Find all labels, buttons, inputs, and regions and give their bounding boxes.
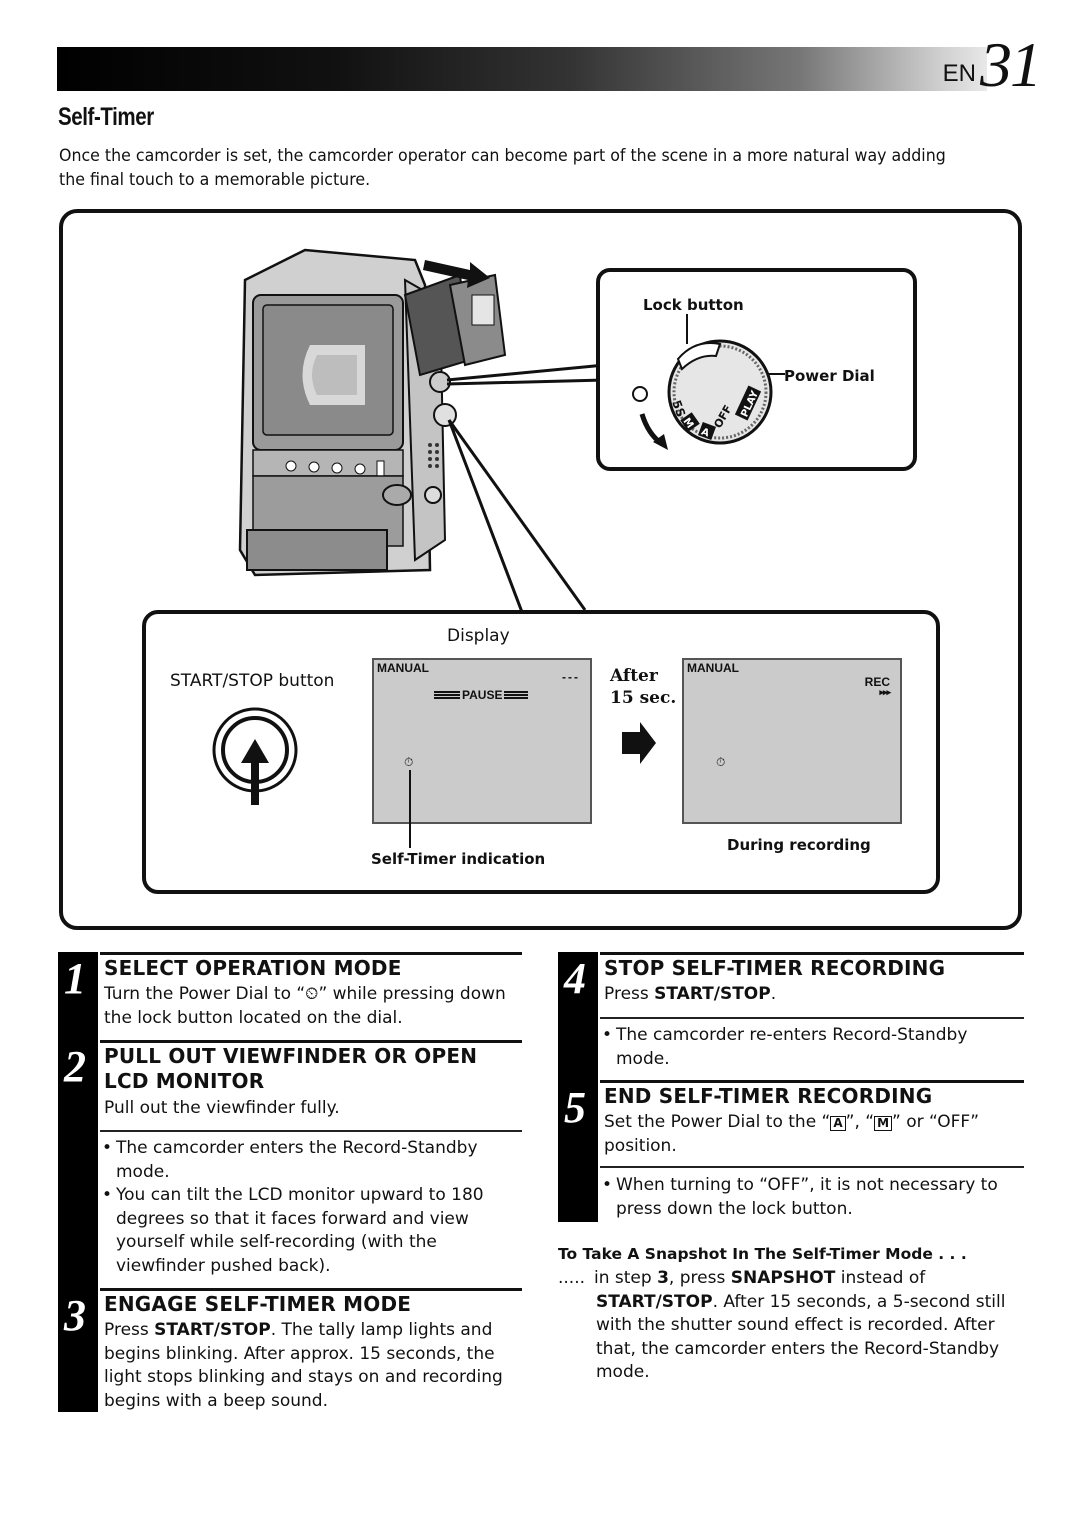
indicator-leader-line (409, 770, 411, 848)
lock-button-label: Lock button (643, 296, 744, 314)
after-seconds-label: 15 sec. (610, 688, 677, 708)
note-item: The camcorder enters the Record-Standby … (100, 1137, 520, 1184)
start-stop-emphasis: START/STOP (154, 1320, 271, 1340)
snapshot-tip-leader: ..... (558, 1268, 586, 1288)
steps-left-bar (58, 952, 98, 1412)
divider (600, 1080, 1024, 1083)
divider (100, 1288, 522, 1291)
manual-mode-icon: M (874, 1116, 893, 1131)
start-stop-button-icon (212, 707, 298, 805)
text: ”, “ (845, 1112, 875, 1132)
emphasis: SNAPSHOT (730, 1268, 836, 1288)
step-heading: SELECT OPERATION MODE (104, 956, 402, 980)
display-label: Display (447, 626, 510, 646)
page-number-value: 31 (980, 29, 1042, 100)
text: Press (104, 1320, 155, 1340)
text: Set the Power Dial to the “ (604, 1112, 831, 1132)
step-number: 4 (564, 954, 586, 1003)
self-timer-indication-label: Self-Timer indication (371, 850, 546, 868)
screen-mode-label: MANUAL (377, 661, 429, 675)
step-number: 3 (64, 1291, 86, 1340)
text: in step (594, 1268, 658, 1288)
screen-counter: --- (562, 670, 580, 684)
step-number: 5 (564, 1083, 586, 1132)
lcd-screen-standby: MANUAL --- PAUSE ⏱ (372, 658, 592, 824)
right-arrow-icon (622, 722, 656, 764)
divider (100, 1040, 522, 1043)
step-notes: When turning to “OFF”, it is not necessa… (600, 1174, 1020, 1221)
step-heading-cont: LCD MONITOR (104, 1069, 265, 1093)
emphasis: 3 (657, 1268, 669, 1288)
power-dial-label: Power Dial (784, 367, 875, 385)
start-stop-label: START/STOP button (170, 671, 335, 691)
language-code: EN (942, 60, 976, 88)
auto-mode-icon: A (830, 1116, 846, 1131)
camcorder-illustration (238, 248, 605, 620)
pause-label: PAUSE (462, 688, 503, 702)
screen-mode-label: MANUAL (687, 661, 739, 675)
intro-paragraph: Once the camcorder is set, the camcorder… (59, 146, 946, 190)
header-gradient-bar (57, 47, 987, 91)
during-recording-label: During recording (727, 836, 871, 854)
after-label: After (610, 666, 658, 686)
divider (100, 952, 522, 955)
note-item: When turning to “OFF”, it is not necessa… (600, 1174, 1020, 1221)
step-body: Turn the Power Dial to “⏲” while pressin… (104, 984, 506, 1028)
page-number: EN 31 (942, 29, 1042, 100)
step-notes: The camcorder re-enters Record-Standby m… (600, 1024, 1020, 1071)
text: instead of (835, 1268, 926, 1288)
snapshot-tip-heading: To Take A Snapshot In The Self-Timer Mod… (558, 1245, 967, 1263)
lcd-screen-recording: MANUAL REC ▸▸▸ ⏱ (682, 658, 902, 824)
step-number: 1 (64, 954, 86, 1003)
text: . (770, 984, 777, 1004)
step-heading: STOP SELF-TIMER RECORDING (604, 956, 946, 980)
divider (600, 1017, 1024, 1019)
note-item: You can tilt the LCD monitor upward to 1… (100, 1184, 520, 1278)
pause-indicator: PAUSE (434, 688, 529, 702)
step-notes: The camcorder enters the Record-Standby … (100, 1137, 520, 1278)
step-heading: ENGAGE SELF-TIMER MODE (104, 1292, 412, 1316)
step-body: Press START/STOP. (604, 983, 776, 1007)
tally-lamp-icon (632, 386, 648, 402)
step-heading: END SELF-TIMER RECORDING (604, 1084, 933, 1108)
section-title: Self-Timer (58, 103, 154, 131)
rec-arrows: ▸▸▸ (879, 687, 891, 697)
power-dial-diagram: 5S M A OFF PLAY (632, 314, 785, 450)
step-body: Set the Power Dial to the “A”, “M” or “O… (604, 1111, 1024, 1158)
divider (600, 952, 1024, 955)
step-body: Pull out the viewfinder fully. (104, 1098, 340, 1118)
snapshot-tip-body: in step 3, press SNAPSHOT instead of STA… (594, 1267, 1021, 1385)
text: Press (604, 984, 655, 1004)
step-heading: PULL OUT VIEWFINDER OR OPEN (104, 1044, 478, 1068)
start-stop-emphasis: START/STOP (654, 984, 771, 1004)
divider (100, 1130, 522, 1132)
divider (600, 1166, 1024, 1168)
text: , press (668, 1268, 731, 1288)
step-number: 2 (64, 1042, 86, 1091)
note-item: The camcorder re-enters Record-Standby m… (600, 1024, 1020, 1071)
step-body: Press START/STOP. The tally lamp lights … (104, 1319, 524, 1413)
self-timer-icon: ⏱ (716, 755, 726, 769)
emphasis: START/STOP (596, 1291, 713, 1312)
self-timer-icon: ⏱ (404, 755, 414, 769)
